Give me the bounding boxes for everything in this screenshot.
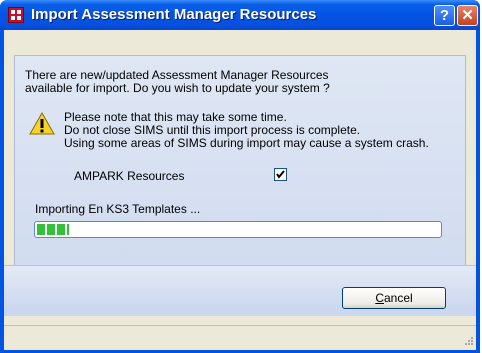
- checkmark-icon: [276, 170, 285, 179]
- title-bar[interactable]: Import Assessment Manager Resources ? ✕: [0, 0, 480, 30]
- cancel-mnemonic: C: [375, 291, 384, 305]
- message-line-2: available for import. Do you wish to upd…: [25, 81, 330, 95]
- close-icon[interactable]: ✕: [457, 5, 478, 26]
- sims-app-icon: [8, 7, 24, 23]
- warning-text: Please note that this may take some time…: [64, 111, 429, 150]
- window-title: Import Assessment Manager Resources: [31, 6, 317, 23]
- status-bar: [4, 325, 476, 350]
- update-message: There are new/updated Assessment Manager…: [25, 69, 330, 95]
- resize-grip-icon[interactable]: [462, 336, 474, 348]
- warning-icon: [29, 112, 55, 135]
- help-icon[interactable]: ?: [434, 5, 455, 26]
- import-status-text: Importing En KS3 Templates ...: [35, 202, 201, 216]
- dialog-client-area: There are new/updated Assessment Manager…: [4, 30, 476, 350]
- progress-fill: [37, 224, 69, 235]
- ampark-resources-label: AMPARK Resources: [74, 169, 185, 183]
- ampark-resources-checkbox[interactable]: [274, 168, 287, 181]
- import-progress-bar: [34, 221, 442, 238]
- warning-line-3: Using some areas of SIMS during import m…: [64, 136, 429, 150]
- cancel-label-rest: ancel: [383, 291, 413, 305]
- cancel-button[interactable]: Cancel: [342, 287, 446, 309]
- import-dialog-window: Import Assessment Manager Resources ? ✕ …: [0, 0, 480, 353]
